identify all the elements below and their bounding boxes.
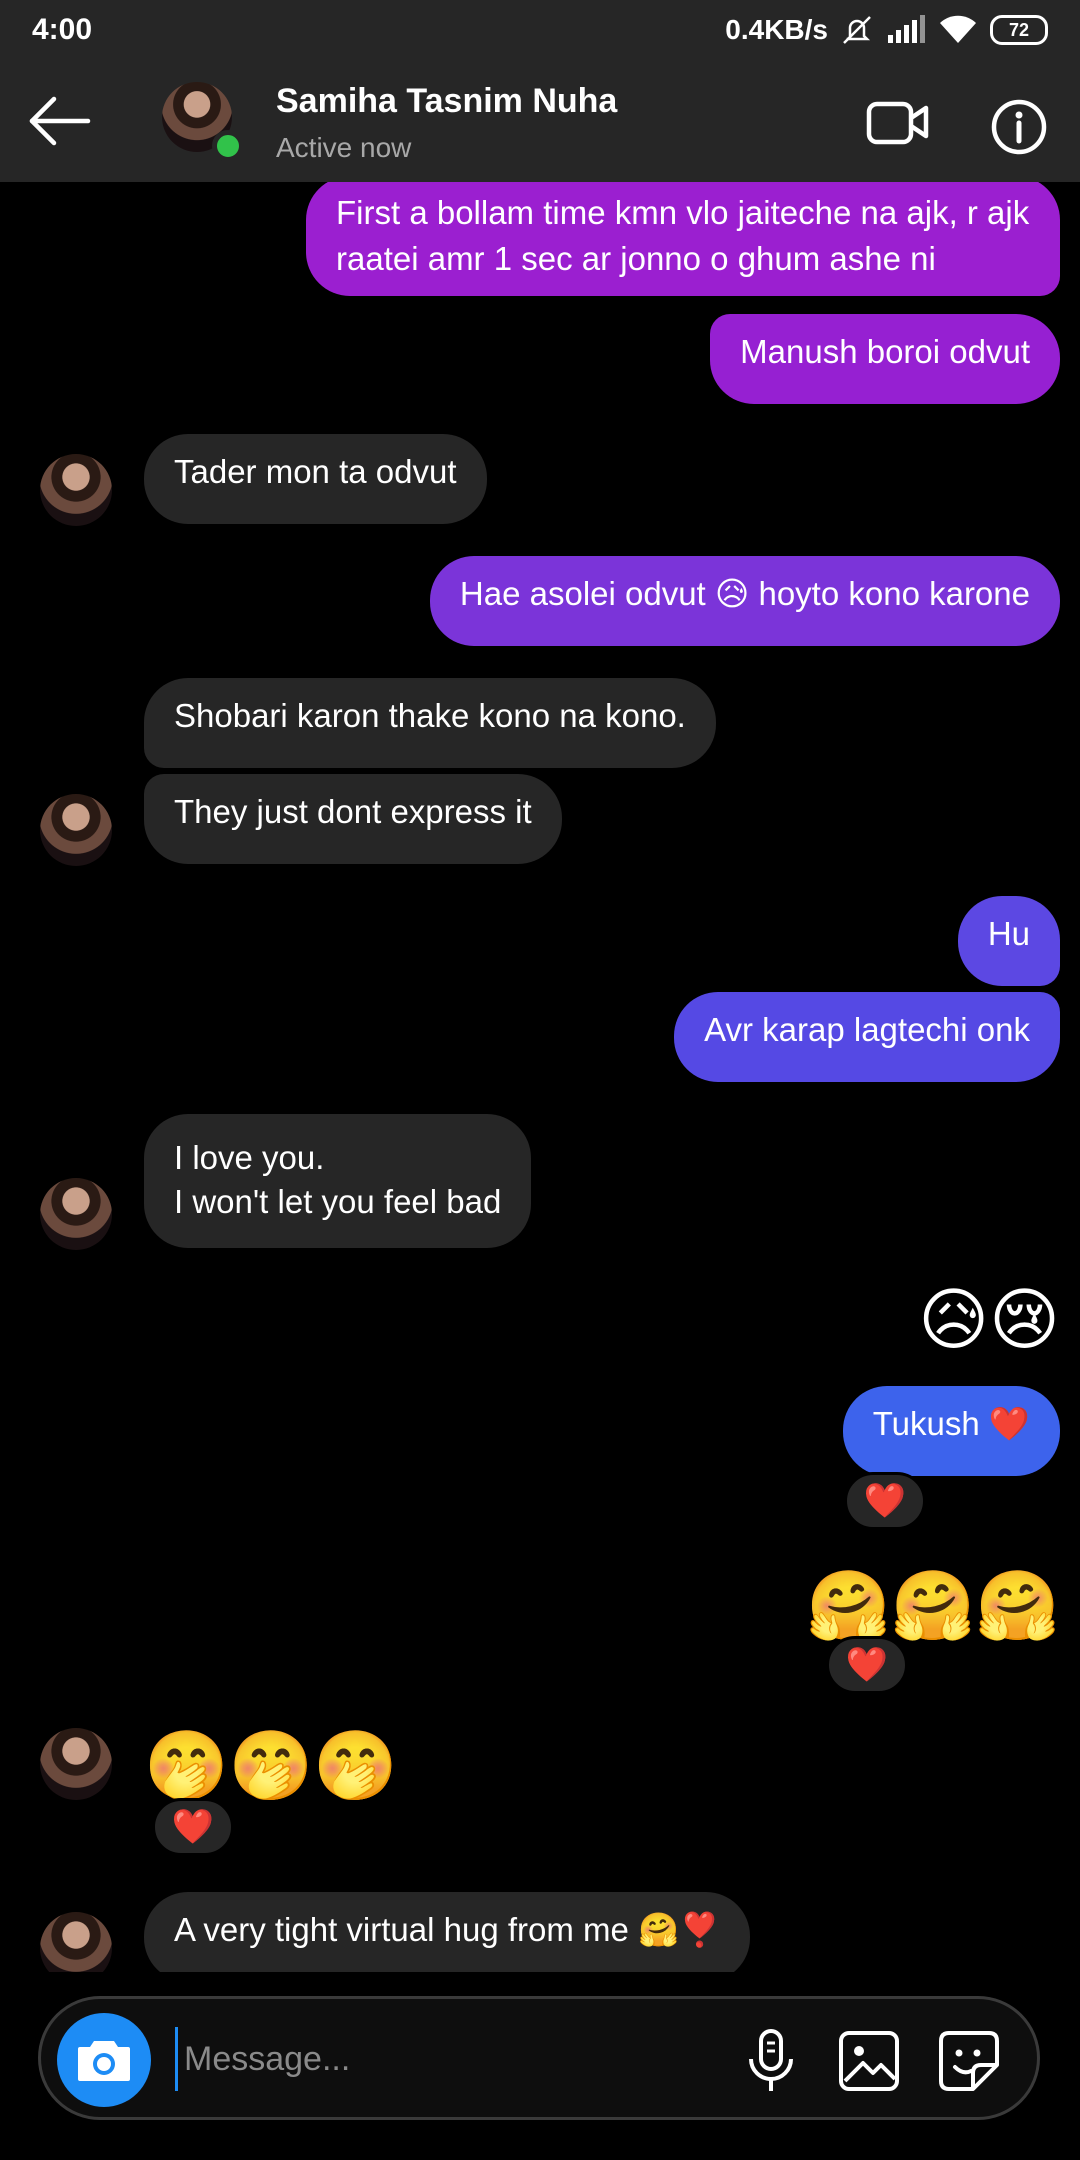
back-arrow-icon[interactable]: [26, 90, 92, 152]
wifi-icon: [940, 15, 976, 44]
contact-avatar[interactable]: [162, 82, 244, 162]
message-thread[interactable]: First a bollam time kmn vlo jaiteche na …: [0, 182, 1080, 1972]
reaction-emoji: ❤️: [171, 1808, 215, 1846]
sender-avatar[interactable]: [40, 454, 112, 526]
camera-button[interactable]: [57, 2013, 151, 2107]
reaction-emoji: ❤️: [845, 1646, 889, 1684]
battery-icon: 72: [990, 15, 1048, 45]
heart-reaction[interactable]: ❤️: [826, 1636, 908, 1694]
emoji-message-outgoing[interactable]: 😥😢: [918, 1280, 1060, 1360]
signal-icon: [888, 15, 925, 43]
emoji-message-incoming[interactable]: 🤭🤭🤭: [144, 1726, 398, 1806]
status-icons: 0.4KB/s 72: [725, 14, 1048, 46]
message-input[interactable]: [175, 2027, 735, 2091]
sender-avatar[interactable]: [40, 794, 112, 866]
message-outgoing[interactable]: Manush boroi odvut: [710, 314, 1060, 404]
emoji-message-outgoing[interactable]: 🤗🤗🤗: [806, 1566, 1060, 1646]
online-indicator: [212, 130, 244, 162]
heart-reaction[interactable]: ❤️: [844, 1472, 926, 1530]
gallery-icon[interactable]: [837, 2029, 901, 2093]
sender-avatar[interactable]: [40, 1728, 112, 1800]
battery-level: 72: [1008, 19, 1030, 40]
message-incoming[interactable]: A very tight virtual hug from me 🤗❣️: [144, 1892, 751, 1972]
message-outgoing[interactable]: Tukush ❤️: [842, 1386, 1060, 1476]
contact-name[interactable]: Samiha Tasnim Nuha: [276, 82, 617, 121]
message-outgoing[interactable]: First a bollam time kmn vlo jaiteche na …: [306, 182, 1060, 296]
status-bar: 4:00 0.4KB/s 72: [0, 0, 1080, 60]
sticker-icon[interactable]: [937, 2029, 1001, 2093]
sender-avatar[interactable]: [40, 1912, 112, 1972]
active-status: Active now: [276, 132, 412, 163]
message-outgoing[interactable]: Hae asolei odvut 😥 hoyto kono karone: [429, 556, 1060, 646]
network-speed: 0.4KB/s: [725, 14, 828, 45]
reaction-emoji: ❤️: [863, 1482, 907, 1520]
sender-avatar[interactable]: [40, 1178, 112, 1250]
message-incoming[interactable]: Shobari karon thake kono na kono.: [144, 678, 716, 768]
message-outgoing[interactable]: Avr karap lagtechi onk: [674, 992, 1060, 1082]
video-call-icon[interactable]: [866, 98, 930, 146]
message-incoming[interactable]: They just dont express it: [144, 774, 562, 864]
message-outgoing[interactable]: Hu: [957, 896, 1060, 986]
message-incoming[interactable]: I love you. I won't let you feel bad: [144, 1114, 532, 1248]
conversation-header: Samiha Tasnim Nuha Active now: [0, 60, 1080, 182]
message-composer: [38, 1996, 1040, 2120]
camera-icon: [78, 2041, 130, 2081]
heart-reaction[interactable]: ❤️: [152, 1798, 234, 1856]
composer-area: [0, 1972, 1080, 2160]
mute-icon: [843, 16, 871, 44]
status-time: 4:00: [32, 13, 93, 46]
info-icon[interactable]: [990, 98, 1048, 156]
microphone-icon[interactable]: [741, 2029, 801, 2093]
message-incoming[interactable]: Tader mon ta odvut: [144, 434, 487, 524]
